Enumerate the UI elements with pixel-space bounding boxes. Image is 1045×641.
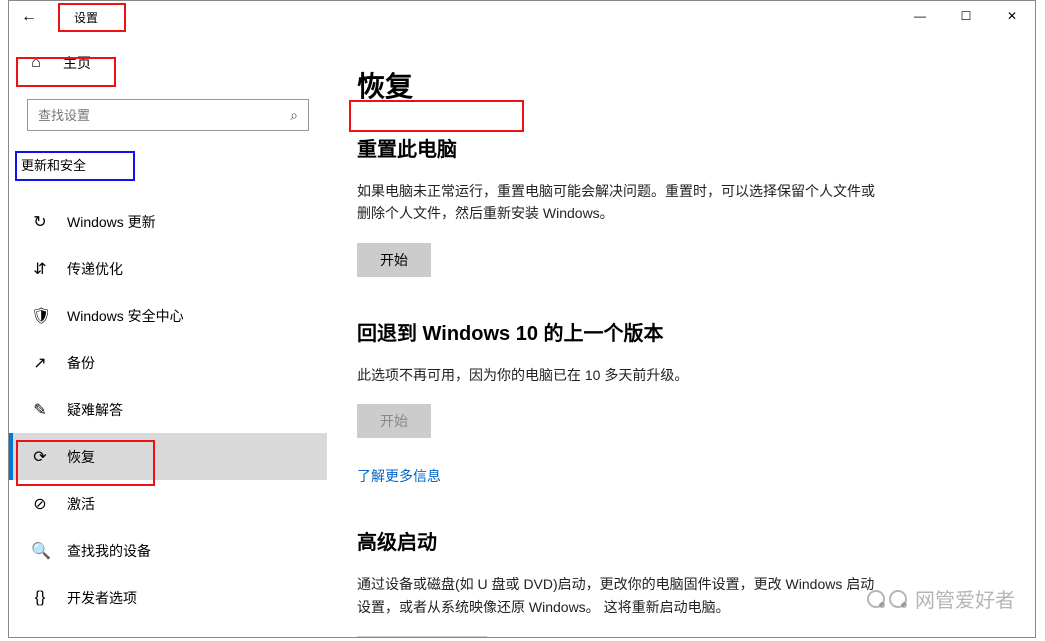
sidebar-item-5[interactable]: ⟳ 恢复 <box>9 433 327 480</box>
right-edge-strip <box>1037 20 1045 620</box>
nav-icon: ↻ <box>31 212 49 232</box>
advanced-section-title: 高级启动 <box>357 526 877 555</box>
sidebar-item-0[interactable]: ↻ Windows 更新 <box>9 198 327 245</box>
watermark-text: 网管爱好者 <box>915 584 1015 613</box>
category-label: 更新和安全 <box>9 149 327 180</box>
search-box[interactable]: ⌕ <box>27 99 309 131</box>
nav-icon: {} <box>31 589 49 607</box>
reset-section-title: 重置此电脑 <box>357 133 877 162</box>
back-button[interactable]: ← <box>9 1 49 33</box>
sidebar-item-3[interactable]: ↗ 备份 <box>9 339 327 386</box>
rollback-section-title: 回退到 Windows 10 的上一个版本 <box>357 317 877 346</box>
nav-icon: ⇵ <box>31 259 49 279</box>
search-input[interactable] <box>38 108 290 123</box>
sidebar-item-7[interactable]: 🔍 查找我的设备 <box>9 527 327 574</box>
sidebar-item-1[interactable]: ⇵ 传递优化 <box>9 245 327 292</box>
nav-icon: ✎ <box>31 400 49 420</box>
back-arrow-icon: ← <box>21 8 37 26</box>
nav-label: 开发者选项 <box>67 588 137 608</box>
advanced-section-desc: 通过设备或磁盘(如 U 盘或 DVD)启动，更改你的电脑固件设置，更改 Wind… <box>357 573 877 618</box>
rollback-start-button: 开始 <box>357 404 431 438</box>
nav-label: Windows 安全中心 <box>67 306 184 326</box>
reset-section-desc: 如果电脑未正常运行，重置电脑可能会解决问题。重置时，可以选择保留个人文件或删除个… <box>357 180 877 225</box>
home-icon: ⌂ <box>27 54 45 72</box>
sidebar-item-2[interactable]: 🛡 Windows 安全中心 <box>9 292 327 339</box>
nav-label: 疑难解答 <box>67 400 123 420</box>
nav-label: Windows 更新 <box>67 212 156 232</box>
nav-label: 传递优化 <box>67 259 123 279</box>
home-button[interactable]: ⌂ 主页 <box>9 45 327 81</box>
watermark: 网管爱好者 <box>867 584 1015 613</box>
nav-icon: ⟳ <box>31 447 49 467</box>
watermark-icon <box>889 590 907 608</box>
nav-icon: ↗ <box>31 353 49 373</box>
learn-more-link[interactable]: 了解更多信息 <box>357 466 441 486</box>
close-button[interactable]: ✕ <box>989 1 1035 31</box>
sidebar-item-4[interactable]: ✎ 疑难解答 <box>9 386 327 433</box>
advanced-restart-button[interactable]: 立即重新启动 <box>357 636 487 637</box>
nav-label: 查找我的设备 <box>67 541 151 561</box>
nav-icon: 🛡 <box>31 306 49 326</box>
nav-label: 备份 <box>67 353 95 373</box>
page-title: 恢复 <box>357 65 1035 105</box>
home-label: 主页 <box>63 53 91 73</box>
reset-start-button[interactable]: 开始 <box>357 243 431 277</box>
sidebar-item-8[interactable]: {} 开发者选项 <box>9 574 327 621</box>
rollback-section-desc: 此选项不再可用，因为你的电脑已在 10 多天前升级。 <box>357 364 877 386</box>
search-icon: ⌕ <box>290 107 298 124</box>
window-title: 设置 <box>49 9 98 26</box>
watermark-icon <box>867 590 885 608</box>
nav-icon: 🔍 <box>31 541 49 561</box>
nav-icon: ⊘ <box>31 494 49 514</box>
minimize-button[interactable]: — <box>897 1 943 31</box>
nav-label: 恢复 <box>67 447 95 467</box>
maximize-button[interactable]: ☐ <box>943 1 989 31</box>
sidebar-item-6[interactable]: ⊘ 激活 <box>9 480 327 527</box>
nav-label: 激活 <box>67 494 95 514</box>
